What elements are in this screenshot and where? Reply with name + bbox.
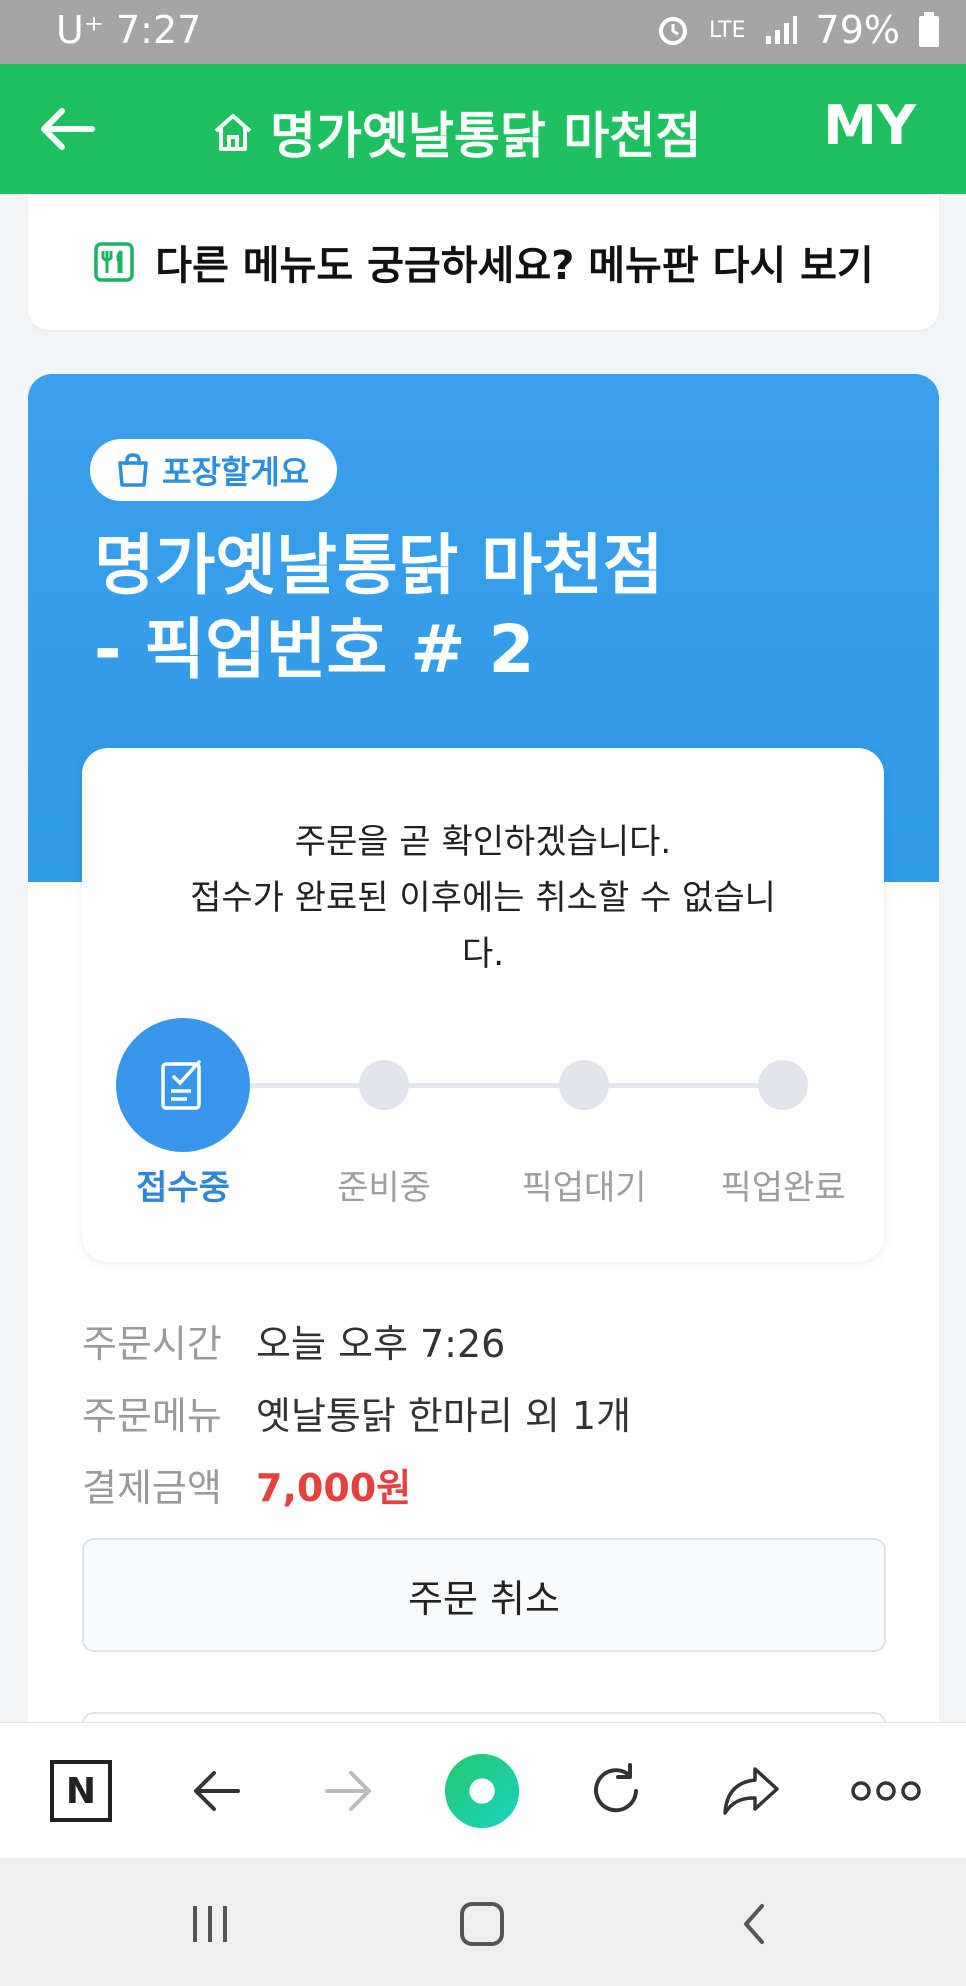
step-label-receiving: 접수중 (136, 1168, 230, 1208)
system-nav-bar (0, 1858, 966, 1986)
naver-icon[interactable]: N (43, 1753, 119, 1829)
alarm-icon (658, 17, 687, 45)
order-store-title: 명가옛날통닭 마천점 - 픽업번호 # 2 (94, 524, 663, 692)
store-title-text: 명가옛날통닭 마천점 (270, 107, 702, 165)
clock: 7:27 (115, 8, 202, 52)
back-icon[interactable] (724, 1894, 784, 1954)
battery-percent: 79% (815, 8, 900, 52)
store-name: 명가옛날통닭 마천점 (94, 527, 664, 604)
step-label-preparing: 준비중 (337, 1168, 431, 1208)
order-time-label: 주문시간 (82, 1321, 222, 1366)
my-button[interactable]: MY (823, 94, 916, 157)
status-message: 주문을 곧 확인하겠습니다. 접수가 완료된 이후에는 취소할 수 없습니 다. (132, 814, 834, 982)
naver-letter: N (65, 1770, 97, 1812)
order-status-card: 주문을 곧 확인하겠습니다. 접수가 완료된 이후에는 취소할 수 없습니 다.… (82, 748, 884, 1262)
green-dot-icon[interactable] (444, 1753, 520, 1829)
shopping-bag-icon (118, 453, 148, 487)
order-amount-label: 결제금액 (82, 1465, 222, 1510)
menu-board-icon (94, 242, 135, 282)
step-pickup-done-dot (758, 1060, 808, 1110)
back-arrow-icon[interactable] (178, 1753, 254, 1829)
order-time-row: 주문시간 오늘 오후 7:26 (82, 1304, 631, 1376)
forward-arrow-icon[interactable] (311, 1753, 387, 1829)
status-message-line3: 다. (461, 934, 505, 974)
share-icon[interactable] (713, 1753, 789, 1829)
step-label-pickup-done: 픽업완료 (720, 1168, 846, 1208)
home-button-icon[interactable] (452, 1894, 512, 1954)
carrier-label: U⁺ (56, 8, 104, 52)
status-message-line2: 접수가 완료된 이후에는 취소할 수 없습니 (190, 878, 776, 918)
main-content: 다른 메뉴도 궁금하세요? 메뉴판 다시 보기 포장할게요 명가옛날통닭 마천점… (0, 194, 966, 1922)
progress-track (250, 1083, 790, 1088)
menu-link-button[interactable]: 다른 메뉴도 궁금하세요? 메뉴판 다시 보기 (28, 194, 939, 330)
order-amount-row: 결제금액 7,000원 (82, 1448, 631, 1520)
order-card: 포장할게요 명가옛날통닭 마천점 - 픽업번호 # 2 주문을 곧 확인하겠습니… (28, 374, 939, 1922)
clipboard-check-icon (161, 1060, 201, 1110)
order-info: 주문시간 오늘 오후 7:26 주문메뉴 옛날통닭 한마리 외 1개 결제금액 … (82, 1304, 631, 1520)
badge-label: 포장할게요 (162, 453, 310, 491)
battery-icon (919, 12, 939, 47)
network-type: LTE (708, 17, 746, 43)
order-amount-value: 7,000원 (256, 1465, 412, 1510)
pickup-number: - 픽업번호 # 2 (94, 611, 535, 688)
home-icon (214, 114, 252, 151)
order-menu-value: 옛날통닭 한마리 외 1개 (256, 1393, 632, 1438)
signal-icon (765, 16, 797, 44)
order-time-value: 오늘 오후 7:26 (256, 1321, 506, 1366)
recent-apps-icon[interactable] (180, 1894, 240, 1954)
status-message-line1: 주문을 곧 확인하겠습니다. (294, 822, 672, 862)
step-pickup-wait-dot (559, 1060, 609, 1110)
status-bar: U⁺ 7:27 LTE 79% (0, 0, 966, 64)
cancel-order-button[interactable]: 주문 취소 (82, 1538, 886, 1652)
refresh-icon[interactable] (578, 1753, 654, 1829)
more-icon[interactable] (848, 1753, 924, 1829)
browser-toolbar: N (0, 1722, 966, 1859)
app-title[interactable]: 명가옛날통닭 마천점 (210, 96, 701, 168)
takeout-badge: 포장할게요 (90, 439, 338, 501)
status-left: U⁺ 7:27 (56, 8, 201, 52)
app-bar: 명가옛날통닭 마천점 MY (0, 64, 966, 194)
menu-link-text: 다른 메뉴도 궁금하세요? 메뉴판 다시 보기 (155, 243, 874, 289)
order-menu-label: 주문메뉴 (82, 1393, 222, 1438)
step-preparing-dot (359, 1060, 409, 1110)
status-right: LTE 79% (655, 8, 940, 52)
step-label-pickup-wait: 픽업대기 (521, 1168, 647, 1208)
step-receiving-indicator (116, 1018, 250, 1152)
order-menu-row: 주문메뉴 옛날통닭 한마리 외 1개 (82, 1376, 631, 1448)
back-arrow-icon[interactable] (36, 98, 98, 160)
